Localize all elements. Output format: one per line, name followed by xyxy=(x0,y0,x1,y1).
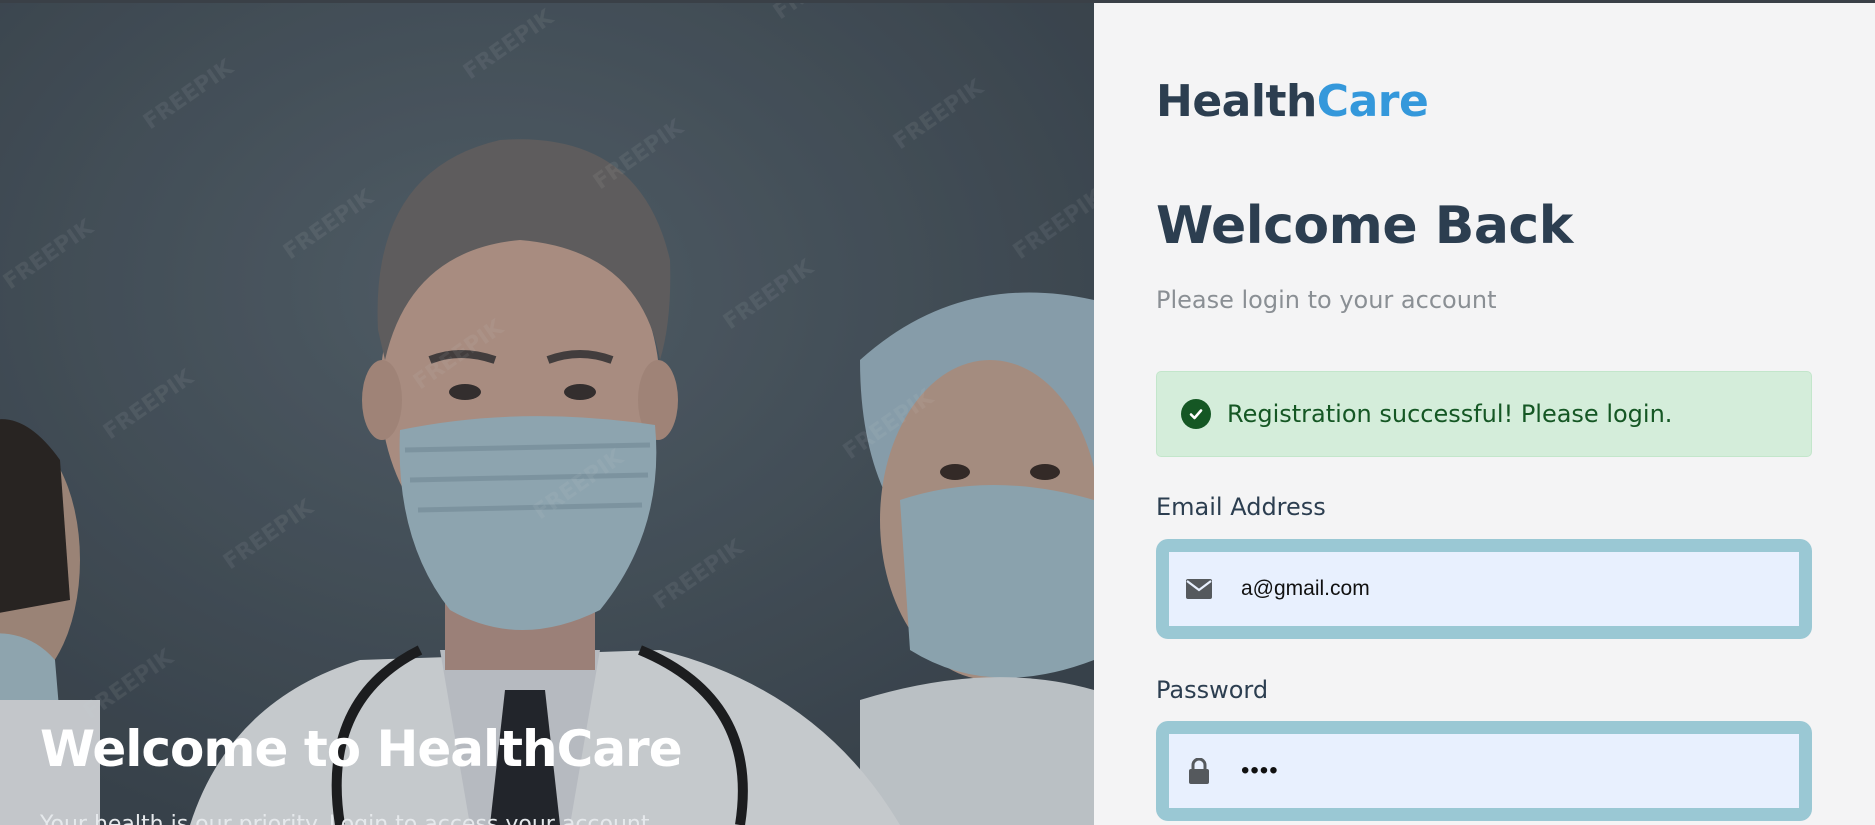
login-page: FREEPIK FREEPIK FREEPIK FREEPIK FREEPIK … xyxy=(0,0,1875,825)
hero-panel: FREEPIK FREEPIK FREEPIK FREEPIK FREEPIK … xyxy=(0,0,1094,825)
brand-part-1: Health xyxy=(1156,76,1317,127)
email-input[interactable] xyxy=(1241,577,1799,601)
password-input[interactable] xyxy=(1241,757,1799,785)
brand-part-2: Care xyxy=(1316,76,1429,127)
hero-title: Welcome to HealthCare xyxy=(40,720,683,778)
email-label: Email Address xyxy=(1156,493,1326,521)
check-circle-icon xyxy=(1181,399,1211,429)
password-label: Password xyxy=(1156,676,1269,704)
success-alert: Registration successful! Please login. xyxy=(1156,371,1812,457)
page-title: Welcome Back xyxy=(1156,196,1573,256)
brand-logo[interactable]: HealthCare xyxy=(1156,76,1429,127)
lock-icon xyxy=(1169,758,1229,784)
hero-subtitle: Your health is our priority. Login to ac… xyxy=(40,812,657,825)
top-strip xyxy=(0,0,1875,3)
hero-overlay xyxy=(0,0,1094,825)
envelope-icon xyxy=(1169,579,1229,599)
alert-message: Registration successful! Please login. xyxy=(1227,400,1673,428)
password-field[interactable] xyxy=(1156,721,1812,821)
page-subtitle: Please login to your account xyxy=(1156,286,1497,314)
email-field[interactable] xyxy=(1156,539,1812,639)
login-panel: HealthCare Welcome Back Please login to … xyxy=(1094,0,1875,825)
